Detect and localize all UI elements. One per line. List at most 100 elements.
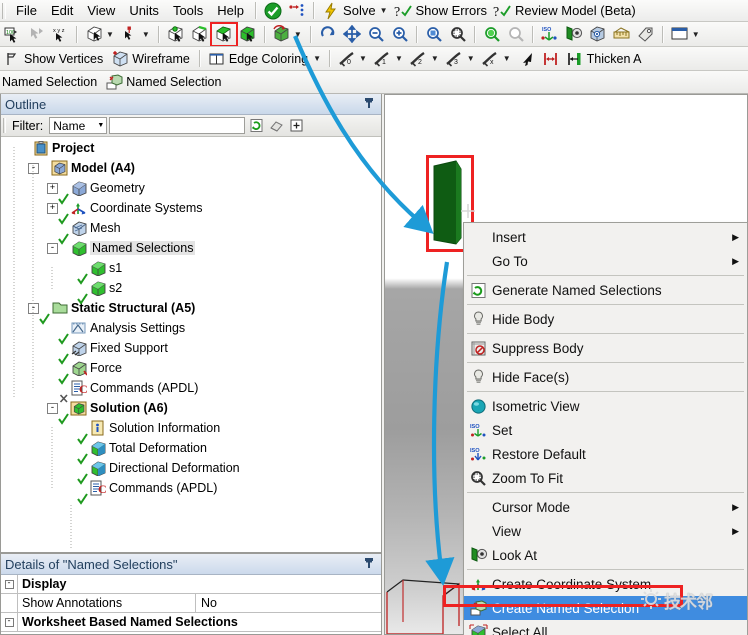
tree-expander[interactable]: -: [28, 162, 39, 174]
details-property-row[interactable]: Show Annotations No: [1, 594, 381, 613]
menu-tools[interactable]: Tools: [166, 1, 210, 21]
menu-edit[interactable]: Edit: [44, 1, 80, 21]
ctx-isometric-view[interactable]: Isometric View: [464, 394, 747, 418]
chevron-down-icon[interactable]: ▼: [394, 54, 406, 63]
details-section-expander[interactable]: -: [1, 575, 18, 593]
details-property-value[interactable]: No: [196, 594, 381, 612]
ctx-hide-body[interactable]: Hide Body: [464, 307, 747, 331]
print-preview-icon[interactable]: [610, 24, 634, 45]
outline-tree[interactable]: Project - Model (A4) + Geometry + Coordinate S…: [1, 137, 381, 551]
plus-box-icon[interactable]: [287, 117, 305, 135]
details-section-expander[interactable]: -: [1, 613, 18, 631]
review-model-button[interactable]: ? Review Model (Beta): [491, 0, 640, 21]
ctx-suppress-body[interactable]: Suppress Body: [464, 336, 747, 360]
chevron-down-icon[interactable]: ▼: [466, 54, 478, 63]
ctx-insert[interactable]: Insert ▶: [464, 225, 747, 249]
tree-item-model-a4[interactable]: - Model (A4): [3, 158, 381, 178]
tree-expander[interactable]: -: [28, 302, 39, 314]
rotate-view-icon[interactable]: ▼: [270, 24, 306, 45]
tree-item-s1[interactable]: s1: [3, 258, 381, 285]
select-mode-icon[interactable]: 100: [0, 24, 24, 45]
ctx-create-coordinate-system[interactable]: Create Coordinate System: [464, 572, 747, 596]
edge-mode-3-button[interactable]: 3 ▼: [443, 48, 479, 69]
tree-expander[interactable]: +: [47, 182, 58, 194]
zoom-region-icon[interactable]: [446, 24, 470, 45]
ctx-hide-faces[interactable]: Hide Face(s): [464, 365, 747, 389]
tag-icon[interactable]: [634, 24, 658, 45]
zoom-out-icon[interactable]: [364, 24, 388, 45]
ctx-cursor-mode[interactable]: Cursor Mode ▶: [464, 495, 747, 519]
zoom-previous-icon[interactable]: [504, 24, 528, 45]
zoom-to-fit-icon[interactable]: [480, 24, 504, 45]
chevron-down-icon[interactable]: ▼: [430, 54, 442, 63]
chevron-down-icon[interactable]: ▼: [312, 54, 324, 63]
menu-file[interactable]: File: [9, 1, 44, 21]
show-thickness-button[interactable]: [539, 48, 563, 69]
tree-expander[interactable]: -: [47, 402, 58, 414]
extend-selection-icon[interactable]: [24, 24, 48, 45]
menu-units[interactable]: Units: [122, 1, 166, 21]
look-at-icon[interactable]: [562, 24, 586, 45]
select-face-icon[interactable]: [209, 22, 238, 46]
details-section-header[interactable]: - Worksheet Based Named Selections: [1, 613, 381, 632]
tree-item-analysis-settings[interactable]: Analysis Settings: [3, 318, 381, 345]
select-mode-cursor-icon[interactable]: ▼: [118, 24, 154, 45]
filter-type-combo[interactable]: Name ▼: [49, 117, 108, 134]
chevron-down-icon[interactable]: ▼: [293, 30, 305, 39]
details-section-header[interactable]: - Display: [1, 575, 381, 594]
ctx-generate-named-selections[interactable]: Generate Named Selections: [464, 278, 747, 302]
show-errors-button[interactable]: ? Show Errors: [392, 0, 492, 21]
pin-icon[interactable]: [364, 97, 377, 112]
select-vertex-icon[interactable]: [164, 24, 188, 45]
chevron-down-icon[interactable]: ▼: [502, 54, 514, 63]
eraser-icon[interactable]: [267, 117, 285, 135]
edge-mode-0-button[interactable]: 0 ▼: [335, 48, 371, 69]
tree-item-commands-apdl[interactable]: C Commands (APDL): [3, 478, 381, 505]
chevron-down-icon[interactable]: ▼: [105, 30, 117, 39]
create-named-selection-button[interactable]: Named Selection: [102, 72, 226, 93]
refresh-green-icon[interactable]: [247, 117, 265, 135]
context-menu[interactable]: Insert ▶ Go To ▶ Generate Named Selections Hi…: [463, 222, 748, 635]
menubar-grip[interactable]: [2, 2, 6, 19]
select-type-cursor-icon[interactable]: ▼: [82, 24, 118, 45]
filter-input[interactable]: [109, 117, 246, 134]
wireframe-button[interactable]: Wireframe: [108, 48, 195, 69]
tree-expander[interactable]: -: [47, 242, 58, 254]
tree-item-directional-deformation[interactable]: Directional Deformation: [3, 458, 381, 485]
validate-button[interactable]: [261, 0, 285, 21]
chevron-down-icon[interactable]: ▼: [141, 30, 153, 39]
chevron-down-icon[interactable]: ▼: [379, 6, 391, 15]
probe-button[interactable]: [285, 0, 309, 21]
menu-view[interactable]: View: [80, 1, 122, 21]
pin-icon[interactable]: [364, 557, 377, 572]
thicken-annotation-button[interactable]: Thicken A: [563, 48, 647, 69]
viewports-icon[interactable]: [586, 24, 610, 45]
edge-coloring-button[interactable]: Edge Coloring ▼: [205, 48, 325, 69]
show-vertices-button[interactable]: Show Vertices: [0, 48, 108, 69]
ctx-set[interactable]: ISO Set: [464, 418, 747, 442]
edge-mode-x-button[interactable]: x ▼: [479, 48, 515, 69]
chevron-down-icon[interactable]: ▼: [691, 30, 703, 39]
details-grid[interactable]: - Display Show Annotations No - Worksheet…: [1, 575, 381, 632]
tree-item-total-deformation[interactable]: Total Deformation: [3, 438, 381, 465]
chevron-down-icon[interactable]: ▼: [358, 54, 370, 63]
menu-help[interactable]: Help: [210, 1, 251, 21]
probe-arrow-button[interactable]: [515, 48, 539, 69]
ctx-restore-default[interactable]: ISO Restore Default: [464, 442, 747, 466]
ctx-select-all[interactable]: Select All: [464, 620, 747, 635]
box-zoom-icon[interactable]: [422, 24, 446, 45]
zoom-in-icon[interactable]: [388, 24, 412, 45]
select-xyz-icon[interactable]: x y z: [48, 24, 72, 45]
edge-mode-1-button[interactable]: 1 ▼: [371, 48, 407, 69]
undo-view-icon[interactable]: [316, 24, 340, 45]
ctx-go-to[interactable]: Go To ▶: [464, 249, 747, 273]
solve-button[interactable]: Solve ▼: [319, 0, 391, 21]
ctx-zoom-to-fit[interactable]: Zoom To Fit: [464, 466, 747, 490]
edge-mode-2-button[interactable]: 2 ▼: [407, 48, 443, 69]
tree-item-s2[interactable]: s2: [3, 278, 381, 305]
ctx-look-at[interactable]: Look At: [464, 543, 747, 567]
tree-item-static-structural-a5[interactable]: - Static Structural (A5): [3, 298, 381, 325]
select-body-icon[interactable]: [236, 24, 260, 45]
tree-item-geometry[interactable]: + Geometry: [3, 178, 381, 205]
iso-view-icon[interactable]: ISO: [538, 24, 562, 45]
